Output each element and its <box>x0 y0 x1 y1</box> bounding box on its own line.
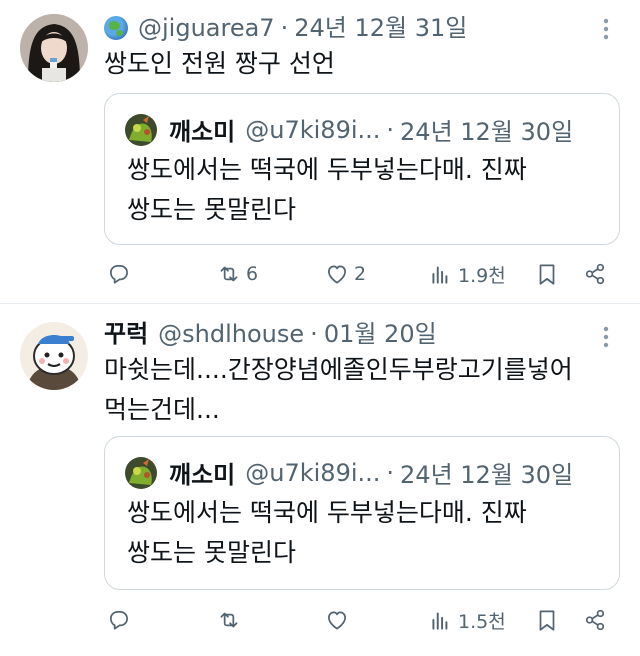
quote-header: 깨소미 @u7ki89i... · 24년 12월 30일 <box>125 112 573 147</box>
tweet-text: 쌍도인 전원 짱구 선언 <box>104 44 624 84</box>
views-button[interactable]: 1.5천 <box>428 604 506 636</box>
tweet-date[interactable]: 01월 20일 <box>324 318 437 350</box>
share-button[interactable] <box>582 258 608 290</box>
separator-dot: · <box>386 115 395 144</box>
author-handle[interactable]: @shdlhouse <box>158 318 304 350</box>
quote-text: 쌍도에서는 떡국에 두부넣는다매. 진짜 쌍도는 못말린다 <box>127 150 527 230</box>
like-button[interactable] <box>324 604 354 636</box>
views-button[interactable]: 1.9천 <box>428 258 506 290</box>
tweet-header: @jiguarea7 · 24년 12월 31일 <box>104 12 467 44</box>
quote-date: 24년 12월 30일 <box>400 461 574 489</box>
retweet-count: 6 <box>246 263 259 285</box>
heart-icon <box>328 265 346 284</box>
more-vertical-icon[interactable] <box>602 18 610 40</box>
separator-dot: · <box>310 320 318 348</box>
tweet-text-line: 마쉿는데....간장양념에졸인두부랑고기를넣어 <box>104 355 573 384</box>
share-icon <box>585 263 605 285</box>
reply-icon <box>110 611 128 630</box>
retweet-icon <box>220 266 238 282</box>
quote-tweet[interactable]: 깨소미 @u7ki89i... · 24년 12월 30일 쌍도에서는 떡국에 … <box>104 436 620 590</box>
tweet-text-line: 쌍도인 전원 짱구 선언 <box>104 49 335 78</box>
action-bar: 6 2 1.9천 <box>104 258 616 290</box>
more-vertical-icon[interactable] <box>602 326 610 348</box>
quote-author-name: 깨소미 <box>169 461 236 489</box>
bookmark-icon <box>539 264 555 285</box>
tweet[interactable]: @jiguarea7 · 24년 12월 31일 쌍도인 전원 짱구 선언 깨소… <box>0 0 640 304</box>
reply-icon <box>110 265 128 284</box>
tweet-text-line: 먹는건데... <box>104 395 220 424</box>
quote-text-line: 쌍도에서는 떡국에 두부넣는다매. 진짜 <box>127 498 527 527</box>
retweet-button[interactable]: 6 <box>216 258 258 290</box>
tweet-date[interactable]: 24년 12월 31일 <box>294 12 467 44</box>
quote-text: 쌍도에서는 떡국에 두부넣는다매. 진짜 쌍도는 못말린다 <box>127 493 527 573</box>
share-button[interactable] <box>582 604 608 636</box>
views-count: 1.9천 <box>458 264 506 287</box>
views-icon <box>432 612 448 630</box>
quote-text-line: 쌍도에서는 떡국에 두부넣는다매. 진짜 <box>127 155 527 184</box>
quote-avatar <box>125 113 157 146</box>
quote-text-line: 쌍도는 못말린다 <box>127 195 296 224</box>
avatar-photo <box>20 14 88 82</box>
bookmark-button[interactable] <box>534 604 560 636</box>
author-name[interactable]: 꾸럭 <box>104 318 148 350</box>
avatar-illustration <box>20 322 88 390</box>
views-count: 1.5천 <box>458 610 506 633</box>
heart-icon <box>328 611 346 630</box>
action-bar: 1.5천 <box>104 604 616 636</box>
bookmark-icon <box>539 610 555 631</box>
avatar[interactable] <box>20 14 88 82</box>
retweet-button[interactable] <box>216 604 246 636</box>
views-icon <box>432 266 448 284</box>
author-handle[interactable]: @jiguarea7 <box>138 12 275 44</box>
share-icon <box>585 609 605 631</box>
quote-author-handle: @u7ki89i... <box>245 115 381 144</box>
avatar[interactable] <box>20 322 88 390</box>
tweet-header: 꾸럭 @shdlhouse · 01월 20일 <box>104 318 437 350</box>
quote-author-handle: @u7ki89i... <box>245 458 381 487</box>
quote-date: 24년 12월 30일 <box>400 118 574 146</box>
tweet-text: 마쉿는데....간장양념에졸인두부랑고기를넣어 먹는건데... <box>104 350 624 430</box>
quote-author-name: 깨소미 <box>169 118 236 146</box>
quote-avatar <box>125 456 157 489</box>
quote-tweet[interactable]: 깨소미 @u7ki89i... · 24년 12월 30일 쌍도에서는 떡국에 … <box>104 93 620 245</box>
bookmark-button[interactable] <box>534 258 560 290</box>
tweet[interactable]: 꾸럭 @shdlhouse · 01월 20일 마쉿는데....간장양념에졸인두… <box>0 304 640 656</box>
separator-dot: · <box>280 14 289 42</box>
like-count: 2 <box>354 263 367 285</box>
retweet-icon <box>220 612 238 628</box>
reply-button[interactable] <box>106 258 136 290</box>
reply-button[interactable] <box>106 604 136 636</box>
quote-text-line: 쌍도는 못말린다 <box>127 538 296 567</box>
quote-header: 깨소미 @u7ki89i... · 24년 12월 30일 <box>125 455 573 490</box>
globe-emoji-icon <box>104 16 128 40</box>
separator-dot: · <box>386 458 395 487</box>
like-button[interactable]: 2 <box>324 258 366 290</box>
